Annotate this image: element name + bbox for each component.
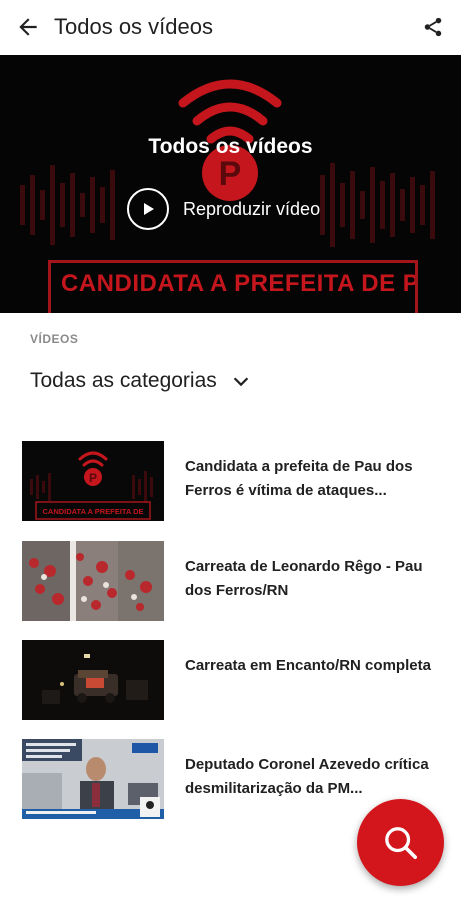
video-thumbnail: P CANDIDATA A PREFEITA DE: [22, 441, 164, 521]
video-list-item[interactable]: P CANDIDATA A PREFEITA DE Candidata a pr…: [22, 441, 442, 521]
broadcast-waves: [178, 79, 282, 144]
video-title: Carreata de Leonardo Rêgo - Pau dos Ferr…: [185, 558, 423, 599]
hero-title: Todos os vídeos: [148, 135, 313, 158]
page-title: Todos os vídeos: [54, 14, 213, 39]
video-list-item[interactable]: Carreata de Leonardo Rêgo - Pau dos Ferr…: [22, 541, 442, 621]
video-thumbnail: [22, 739, 164, 819]
play-label: Reproduzir vídeo: [183, 198, 321, 219]
arrow-left-icon: [19, 18, 37, 36]
back-button[interactable]: [12, 11, 44, 43]
share-button[interactable]: [417, 11, 449, 43]
section-label: VÍDEOS: [30, 332, 79, 346]
video-thumbnail: [22, 640, 164, 720]
video-thumbnail: [22, 541, 164, 621]
app-bar: Todos os vídeos: [0, 0, 461, 55]
play-button[interactable]: [127, 188, 169, 230]
search-fab-button[interactable]: [357, 799, 444, 886]
category-dropdown[interactable]: Todas as categorias: [30, 366, 253, 396]
video-title: Deputado Coronel Azevedo crítica desmili…: [185, 756, 429, 797]
category-selected-value: Todas as categorias: [30, 369, 217, 392]
hero-headline-banner: CANDIDATA A PREFEITA DE PAU DOS FERROS É…: [48, 260, 418, 313]
video-title: Carreata em Encanto/RN completa: [185, 657, 431, 674]
video-list-item[interactable]: Carreata em Encanto/RN completa: [22, 640, 442, 720]
search-icon: [384, 826, 417, 859]
logo-letter: P: [219, 155, 242, 193]
svg-text:P: P: [89, 471, 97, 485]
video-title: Candidata a prefeita de Pau dos Ferros é…: [185, 458, 413, 499]
svg-text:CANDIDATA A PREFEITA DE: CANDIDATA A PREFEITA DE: [43, 507, 144, 516]
hero-video-player[interactable]: P Todos os vídeos Reproduzir vídeo CANDI…: [0, 55, 461, 313]
play-icon: [144, 203, 154, 215]
play-video-control[interactable]: Reproduzir vídeo: [127, 188, 321, 230]
share-icon: [424, 17, 442, 37]
chevron-down-icon: [229, 369, 253, 393]
